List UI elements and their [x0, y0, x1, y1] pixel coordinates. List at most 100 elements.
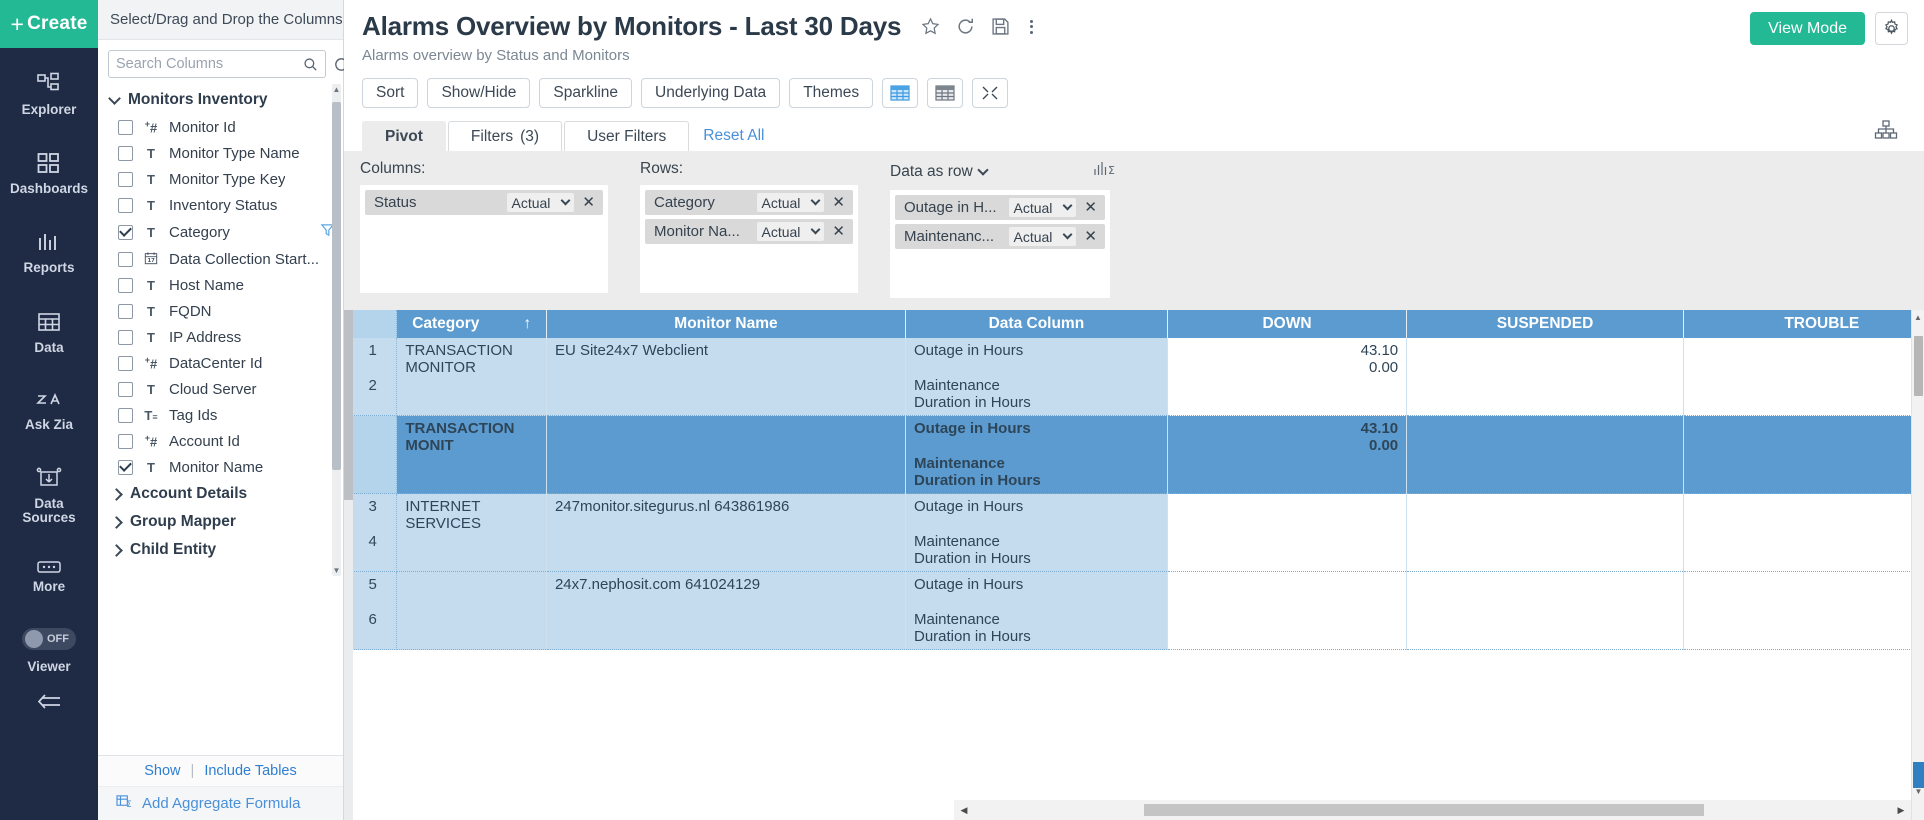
scroll-down-arrow[interactable]: ▼: [332, 566, 341, 575]
column-checkbox[interactable]: [118, 355, 133, 371]
collapsed-group-row[interactable]: Group Mapper: [104, 508, 343, 536]
chip-aggregation-select[interactable]: Actual: [1008, 227, 1077, 246]
chevron-down-icon[interactable]: [977, 163, 989, 176]
hscroll-track[interactable]: [974, 804, 1891, 816]
group-monitors-inventory[interactable]: Monitors Inventory: [104, 86, 343, 114]
scroll-right-arrow[interactable]: ▶: [1891, 805, 1911, 816]
pivot-column-chip[interactable]: Status Actual ✕: [365, 190, 603, 215]
column-checkbox[interactable]: [118, 119, 133, 135]
column-field-row[interactable]: T IP Address: [104, 324, 343, 350]
column-checkbox[interactable]: [118, 459, 133, 475]
column-checkbox[interactable]: [118, 224, 133, 240]
show-link[interactable]: Show: [144, 763, 180, 779]
column-checkbox[interactable]: [118, 329, 133, 345]
scrollbar-thumb[interactable]: [1914, 336, 1923, 396]
chart-summary-icon[interactable]: Σ: [1093, 160, 1115, 183]
pivot-data-chip[interactable]: Maintenanc... Actual ✕: [895, 224, 1105, 249]
column-field-row[interactable]: T FQDN: [104, 298, 343, 324]
themes-button[interactable]: Themes: [789, 78, 874, 108]
grid-view-icon[interactable]: [927, 78, 964, 108]
column-field-row[interactable]: T Monitor Type Name: [104, 140, 343, 166]
column-field-row[interactable]: T Host Name: [104, 272, 343, 298]
table-row[interactable]: 3 4 INTERNET SERVICES 247monitor.sitegurus.…: [349, 493, 1924, 572]
sidebar-item-data[interactable]: Data: [0, 300, 98, 363]
settings-gear-icon[interactable]: [1875, 12, 1908, 45]
column-header-down[interactable]: DOWN: [1167, 310, 1408, 338]
remove-chip-button[interactable]: ✕: [1082, 200, 1099, 215]
pivot-row-chip[interactable]: Category Actual ✕: [645, 190, 853, 215]
pivot-row-chip[interactable]: Monitor Na... Actual ✕: [645, 219, 853, 244]
add-aggregate-formula-button[interactable]: Σ Add Aggregate Formula: [98, 786, 343, 820]
chip-aggregation-select[interactable]: Actual: [506, 193, 575, 212]
sidebar-item-ask-zia[interactable]: Ask Zia: [0, 379, 98, 440]
sidebar-item-reports[interactable]: Reports: [0, 220, 98, 283]
column-field-row[interactable]: T Cloud Server: [104, 376, 343, 402]
collapsed-group-row[interactable]: Child Entity: [104, 536, 343, 564]
pivot-rows-dropzone[interactable]: Category Actual ✕ Monitor Na... Actual ✕: [640, 185, 858, 293]
column-field-row[interactable]: +# Account Id: [104, 428, 343, 454]
column-field-row[interactable]: T≡ Tag Ids: [104, 402, 343, 428]
column-header-data-column[interactable]: Data Column: [905, 310, 1168, 338]
column-header-suspended[interactable]: SUSPENDED: [1406, 310, 1684, 338]
pivot-columns-dropzone[interactable]: Status Actual ✕: [360, 185, 608, 293]
tab-pivot[interactable]: Pivot: [362, 121, 446, 151]
scrollbar-thumb[interactable]: [332, 102, 341, 470]
table-total-row[interactable]: TRANSACTION MONIT Outage in Hours Mainten…: [349, 415, 1924, 494]
chip-aggregation-select[interactable]: Actual: [756, 222, 825, 241]
reset-all-link[interactable]: Reset All: [703, 127, 764, 145]
include-tables-link[interactable]: Include Tables: [204, 763, 296, 779]
column-field-row[interactable]: T Monitor Type Key: [104, 166, 343, 192]
save-icon[interactable]: [991, 17, 1010, 36]
column-checkbox[interactable]: [118, 171, 133, 187]
column-field-row[interactable]: T Monitor Name: [104, 454, 343, 480]
column-checkbox[interactable]: [118, 433, 133, 449]
show-hide-button[interactable]: Show/Hide: [427, 78, 531, 108]
table-row[interactable]: 56 24x7.nephosit.com 641024129 Outage in …: [349, 571, 1924, 650]
collapse-icon[interactable]: [972, 78, 1009, 108]
pivot-data-dropzone[interactable]: Outage in H... Actual ✕ Maintenanc... Actual…: [890, 190, 1110, 298]
scroll-up-arrow[interactable]: ▲: [332, 85, 341, 94]
left-vertical-scrollbar[interactable]: [344, 310, 353, 820]
sidebar-item-more[interactable]: More: [0, 549, 98, 602]
view-mode-button[interactable]: View Mode: [1750, 12, 1865, 45]
search-input[interactable]: [116, 56, 303, 72]
column-checkbox[interactable]: [118, 197, 133, 213]
columns-scrollbar[interactable]: ▲ ▼: [332, 84, 341, 576]
remove-chip-button[interactable]: ✕: [1082, 229, 1099, 244]
scrollbar-thumb[interactable]: [344, 310, 353, 500]
tab-filters[interactable]: Filters (3): [447, 121, 563, 151]
column-header-trouble[interactable]: TROUBLE: [1683, 310, 1924, 338]
refresh-icon[interactable]: [956, 17, 975, 36]
column-field-row[interactable]: +# Monitor Id: [104, 114, 343, 140]
table-view-icon[interactable]: [882, 78, 919, 108]
column-header-category[interactable]: Category ↑: [396, 310, 547, 338]
scrollbar-thumb[interactable]: [1144, 804, 1704, 816]
sparkline-button[interactable]: Sparkline: [539, 78, 633, 108]
table-row[interactable]: 1 2 TRANSACTION MONITOR EU Site24x7 Webclie…: [349, 338, 1924, 416]
column-field-row[interactable]: 17 Data Collection Start...: [104, 246, 343, 272]
search-columns-box[interactable]: [108, 50, 326, 78]
table-vertical-scrollbar[interactable]: ▲ ▼: [1911, 310, 1924, 820]
chip-aggregation-select[interactable]: Actual: [1008, 198, 1077, 217]
hierarchy-icon[interactable]: [1874, 119, 1898, 145]
column-checkbox[interactable]: [118, 145, 133, 161]
viewer-toggle-item[interactable]: OFF Viewer: [0, 618, 98, 682]
column-checkbox[interactable]: [118, 407, 133, 423]
remove-chip-button[interactable]: ✕: [830, 224, 847, 239]
column-checkbox[interactable]: [118, 277, 133, 293]
scroll-left-arrow[interactable]: ◀: [954, 805, 974, 816]
scroll-down-arrow[interactable]: ▼: [1912, 784, 1924, 798]
column-header-monitor-name[interactable]: Monitor Name: [546, 310, 907, 338]
sort-ascending-icon[interactable]: ↑: [523, 315, 531, 333]
pivot-data-chip[interactable]: Outage in H... Actual ✕: [895, 195, 1105, 220]
column-checkbox[interactable]: [118, 381, 133, 397]
underlying-data-button[interactable]: Underlying Data: [641, 78, 781, 108]
remove-chip-button[interactable]: ✕: [580, 195, 597, 210]
remove-chip-button[interactable]: ✕: [830, 195, 847, 210]
table-horizontal-scrollbar[interactable]: ◀ ▶: [954, 800, 1911, 820]
chip-aggregation-select[interactable]: Actual: [756, 193, 825, 212]
sidebar-item-explorer[interactable]: Explorer: [0, 62, 98, 125]
column-checkbox[interactable]: [118, 303, 133, 319]
collapsed-group-row[interactable]: Account Details: [104, 480, 343, 508]
column-field-row[interactable]: T Inventory Status: [104, 192, 343, 218]
